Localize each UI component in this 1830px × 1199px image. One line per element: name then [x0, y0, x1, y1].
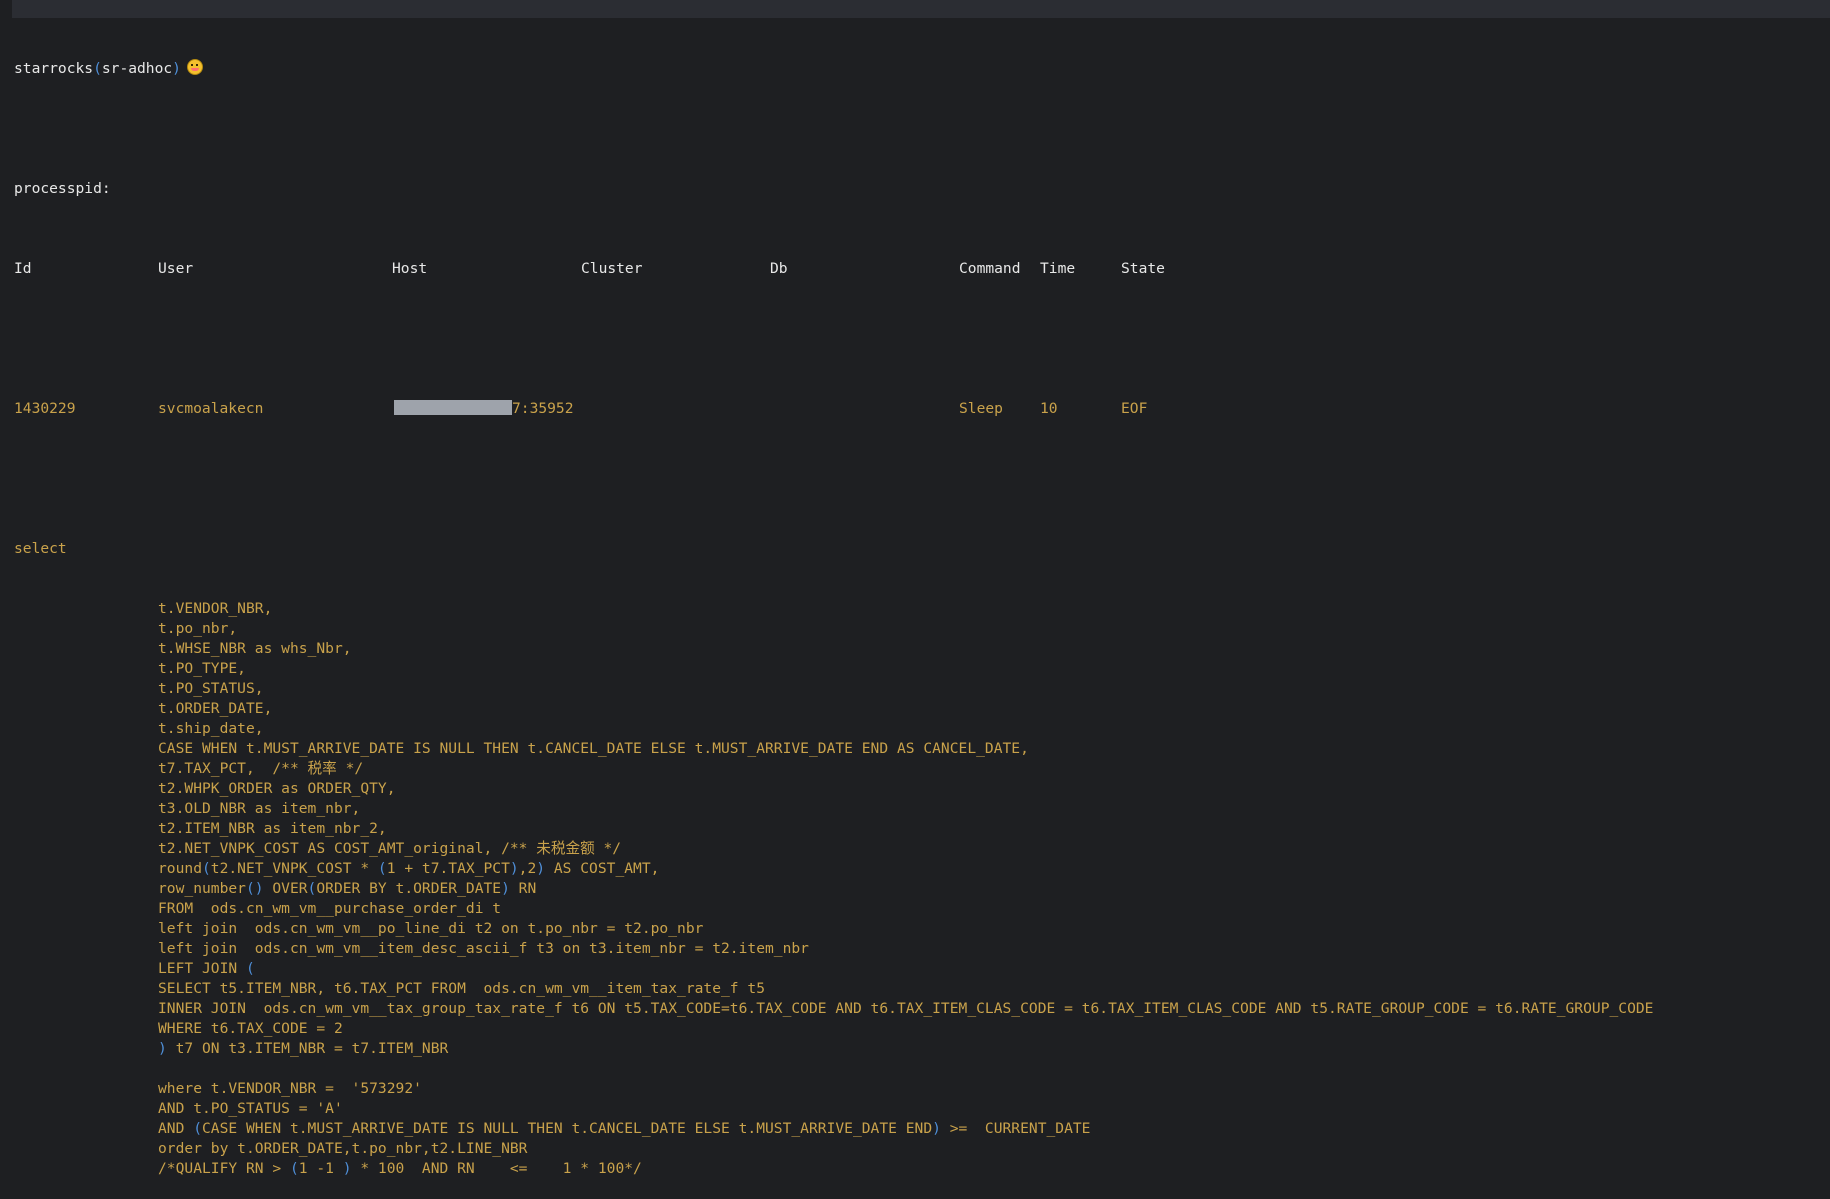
prompt-name: starrocks [14, 60, 94, 77]
sql-line: WHERE t6.TAX_CODE = 2 [158, 1020, 343, 1037]
sql-line: t.ship_date, [158, 720, 264, 737]
column-header-time: Time [1040, 260, 1076, 277]
prompt-open-paren: ( [93, 60, 102, 77]
section-label: processpid: [14, 180, 111, 197]
sql-line: LEFT JOIN ( [158, 960, 255, 977]
sql-line: order by t.ORDER_DATE,t.po_nbr,t2.LINE_N… [158, 1140, 528, 1157]
process-time: 10 [1040, 400, 1058, 417]
sql-line: t.VENDOR_NBR, [158, 600, 273, 617]
terminal-tab-bar [12, 0, 1830, 18]
column-header-state: State [1121, 260, 1165, 277]
shell-prompt: starrocks(sr-adhoc) [14, 59, 1653, 79]
grinning-face-with-tongue-icon [186, 59, 203, 75]
prompt-close-paren: ) [172, 60, 181, 77]
column-header-id: Id [14, 260, 32, 277]
column-header-db: Db [770, 260, 788, 277]
sql-line: t3.OLD_NBR as item_nbr, [158, 800, 361, 817]
sql-line: AND t.PO_STATUS = 'A' [158, 1100, 343, 1117]
column-header-host: Host [392, 260, 428, 277]
sql-line: t2.NET_VNPK_COST AS COST_AMT_original, /… [158, 840, 622, 857]
terminal-output: starrocks(sr-adhoc) processpid: Id User … [14, 19, 1653, 1199]
process-command: Sleep [959, 400, 1003, 417]
sql-line: left join ods.cn_wm_vm__po_line_di t2 on… [158, 920, 704, 937]
table-header: Id User Host Cluster Db Command Time Sta… [14, 259, 1653, 279]
sql-line: t.PO_STATUS, [158, 680, 264, 697]
process-state: EOF [1121, 400, 1148, 417]
sql-line: t.ORDER_DATE, [158, 700, 273, 717]
sql-line: t.WHSE_NBR as whs_Nbr, [158, 640, 352, 657]
column-header-command: Command [959, 260, 1021, 277]
sql-line: FROM ods.cn_wm_vm__purchase_order_di t [158, 900, 502, 917]
sql-line: t.po_nbr, [158, 620, 238, 637]
sql-line: where t.VENDOR_NBR = '573292' [158, 1080, 422, 1097]
sql-line: CASE WHEN t.MUST_ARRIVE_DATE IS NULL THE… [158, 740, 1029, 757]
column-header-cluster: Cluster [581, 260, 643, 277]
table-row: 1430229 svcmoalakecn 7:35952 Sleep 10 EO… [14, 399, 1653, 419]
process-user: svcmoalakecn [158, 400, 264, 417]
sql-line: t2.ITEM_NBR as item_nbr_2, [158, 820, 387, 837]
process-id: 1430229 [14, 400, 76, 417]
sql-line: round(t2.NET_VNPK_COST * (1 + t7.TAX_PCT… [158, 860, 660, 877]
sql-line: INNER JOIN ods.cn_wm_vm__tax_group_tax_r… [158, 1000, 1654, 1017]
prompt-context: sr-adhoc [101, 60, 173, 77]
sql-body: t.VENDOR_NBR, t.po_nbr, t.WHSE_NBR as whs_… [14, 599, 1653, 1179]
column-header-user: User [158, 260, 194, 277]
sql-line [14, 1059, 1653, 1079]
sql-line: ) t7 ON t3.ITEM_NBR = t7.ITEM_NBR [158, 1040, 449, 1057]
sql-keyword: select [14, 540, 67, 557]
sql-line: AND (CASE WHEN t.MUST_ARRIVE_DATE IS NUL… [158, 1120, 1091, 1137]
sql-line: /*QUALIFY RN > (1 -1 ) * 100 AND RN <= 1… [158, 1160, 642, 1177]
redacted-host [394, 400, 512, 415]
sql-line: t.PO_TYPE, [158, 660, 246, 677]
sql-line: t2.WHPK_ORDER as ORDER_QTY, [158, 780, 396, 797]
host-suffix: 7:35952 [512, 400, 574, 417]
sql-line: t7.TAX_PCT, /** 税率 */ [158, 760, 364, 777]
sql-line: left join ods.cn_wm_vm__item_desc_ascii_… [158, 940, 809, 957]
process-host: 7:35952 [394, 399, 574, 419]
sql-line: SELECT t5.ITEM_NBR, t6.TAX_PCT FROM ods.… [158, 980, 765, 997]
sql-line: row_number() OVER(ORDER BY t.ORDER_DATE)… [158, 880, 537, 897]
